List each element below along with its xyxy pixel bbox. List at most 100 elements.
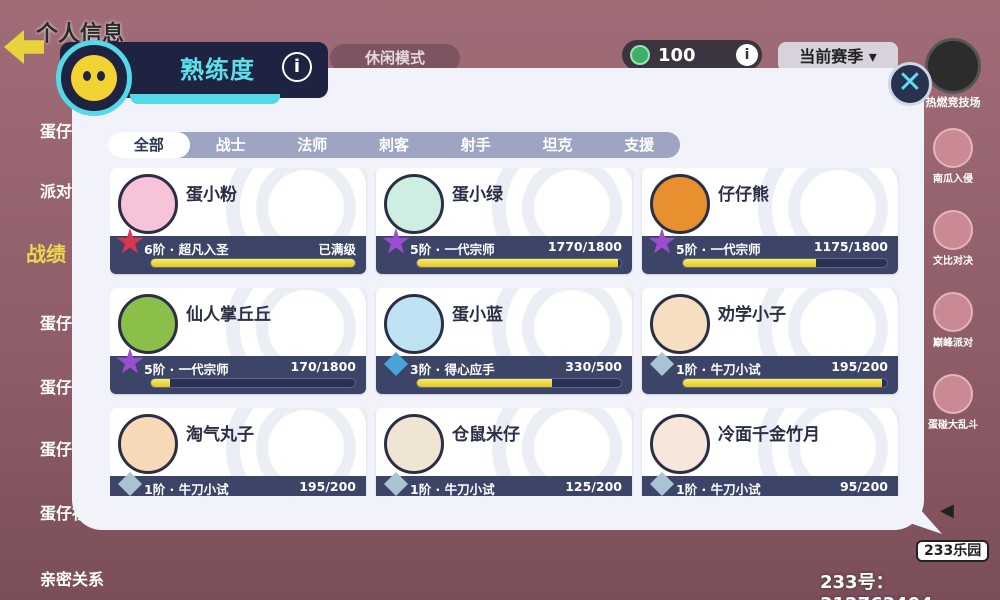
hero-card[interactable]: 蛋小蓝 3阶 · 得心应手 330/500 [376,288,632,394]
progress-track [150,378,356,388]
info-icon[interactable]: i [282,52,312,82]
rank-badge-icon [650,472,674,496]
hero-card[interactable]: 仔仔熊 5阶 · 一代宗师 1175/1800 [642,168,898,274]
rank-label: 3阶 · 得心应手 [410,362,495,377]
rank-label: 5阶 · 一代宗师 [410,242,495,257]
hero-avatar [650,294,710,354]
progress-text: 330/500 [565,359,622,374]
hero-avatar [118,294,178,354]
progress-text: 1175/1800 [813,239,888,254]
sidebar-item[interactable]: 亲密关系 [40,566,104,590]
hero-name: 仔仔熊 [718,185,769,205]
brand-logo: 233乐园 [916,540,990,562]
duel-icon [933,210,973,250]
proficiency-bar: 5阶 · 一代宗师 170/1800 [110,348,366,394]
progress-track [150,258,356,268]
sidebar-item-active[interactable]: 战绩 [26,238,66,267]
hero-card[interactable]: 仓鼠米仔 1阶 · 牛刀小试 125/200 [376,408,632,496]
right-menu-item[interactable]: 文比对决 [918,210,988,267]
progress-track [682,258,888,268]
coin-icon [630,45,650,65]
hero-name: 蛋小绿 [452,185,503,205]
rank-label: 1阶 · 牛刀小试 [144,482,229,496]
hero-name: 蛋小蓝 [452,305,503,325]
hero-card-grid: 蛋小粉 6阶 · 超凡入圣 已满级 蛋小绿 5阶 · 一代宗师 1770/1800 仔仔熊 5… [110,168,900,496]
right-menu-item[interactable]: 蛋碰大乱斗 [918,374,988,431]
sidebar-item[interactable]: 派对 [40,178,72,202]
progress-fill [683,259,817,267]
close-icon[interactable]: ✕ [888,62,932,106]
hero-avatar [118,414,178,474]
rank-label: 1阶 · 牛刀小试 [676,482,761,496]
hero-avatar [384,174,444,234]
rank-label: 1阶 · 牛刀小试 [410,482,495,496]
tab-5[interactable]: 坦克 [517,132,599,158]
coin-counter: 100 i [622,40,762,70]
progress-text: 95/200 [839,479,888,494]
tab-1[interactable]: 战士 [190,132,272,158]
rank-badge-icon [118,472,142,496]
right-menu-item[interactable]: 巅峰派对 [918,292,988,349]
tab-3[interactable]: 刺客 [353,132,435,158]
progress-fill [151,379,171,387]
coin-value: 100 [658,44,696,66]
rank-badge-icon [384,472,408,496]
tab-0[interactable]: 全部 [108,132,190,158]
right-menu-label: 蛋碰大乱斗 [928,420,978,431]
sidebar-item[interactable]: 蛋仔 [40,118,72,142]
tab-2[interactable]: 法师 [271,132,353,158]
proficiency-bar: 1阶 · 牛刀小试 195/200 [642,352,898,394]
right-menu-label: 南瓜入侵 [933,174,973,185]
proficiency-bar: 5阶 · 一代宗师 1175/1800 [642,228,898,274]
proficiency-bar: 1阶 · 牛刀小试 195/200 [110,472,366,496]
progress-text: 已满级 [318,242,356,257]
progress-track [416,378,622,388]
arena-label: 热燃竞技场 [925,96,981,109]
tab-4[interactable]: 射手 [435,132,517,158]
tab-6[interactable]: 支援 [598,132,680,158]
progress-track [416,258,622,268]
hero-card[interactable]: 蛋小绿 5阶 · 一代宗师 1770/1800 [376,168,632,274]
hero-avatar [118,174,178,234]
sidebar-item[interactable]: 蛋仔 [40,310,72,334]
right-menu-item[interactable]: 南瓜入侵 [918,128,988,185]
right-menu-label: 巅峰派对 [933,338,973,349]
hero-card[interactable]: 仙人掌丘丘 5阶 · 一代宗师 170/1800 [110,288,366,394]
proficiency-bar: 3阶 · 得心应手 330/500 [376,352,632,394]
right-menu-label: 文比对决 [933,256,973,267]
progress-text: 170/1800 [290,359,356,374]
proficiency-bar: 1阶 · 牛刀小试 125/200 [376,472,632,496]
modal-title: 熟练度 [180,56,255,84]
hero-name: 劝学小子 [718,305,786,325]
arena-icon [925,38,981,94]
rank-label: 5阶 · 一代宗师 [144,362,229,377]
hero-avatar [384,414,444,474]
progress-track [682,378,888,388]
sidebar-item[interactable]: 蛋仔 [40,374,72,398]
progress-text: 125/200 [565,479,622,494]
info-icon[interactable]: i [736,44,758,66]
collapse-arrow-icon[interactable]: ◀ [940,500,964,524]
sidebar-item[interactable]: 蛋仔 [40,436,72,460]
progress-text: 1770/1800 [547,239,622,254]
hero-card[interactable]: 劝学小子 1阶 · 牛刀小试 195/200 [642,288,898,394]
proficiency-bar: 5阶 · 一代宗师 1770/1800 [376,228,632,274]
hero-card[interactable]: 冷面千金竹月 1阶 · 牛刀小试 95/200 [642,408,898,496]
peak-icon [933,292,973,332]
hero-name: 仓鼠米仔 [452,425,520,445]
hero-avatar [650,414,710,474]
user-id-text: 233号：312763404 [820,572,933,600]
rank-label: 6阶 · 超凡入圣 [144,242,229,257]
hero-name: 蛋小粉 [186,185,237,205]
hero-card[interactable]: 淘气丸子 1阶 · 牛刀小试 195/200 [110,408,366,496]
hero-name: 仙人掌丘丘 [186,305,271,325]
proficiency-bar: 1阶 · 牛刀小试 95/200 [642,472,898,496]
progress-text: 195/200 [299,479,356,494]
hero-card[interactable]: 蛋小粉 6阶 · 超凡入圣 已满级 [110,168,366,274]
rank-label: 1阶 · 牛刀小试 [676,362,761,377]
hero-name: 冷面千金竹月 [718,425,820,445]
hero-avatar [650,174,710,234]
pumpkin-icon [933,128,973,168]
rank-badge-icon [384,352,408,376]
progress-fill [683,379,882,387]
